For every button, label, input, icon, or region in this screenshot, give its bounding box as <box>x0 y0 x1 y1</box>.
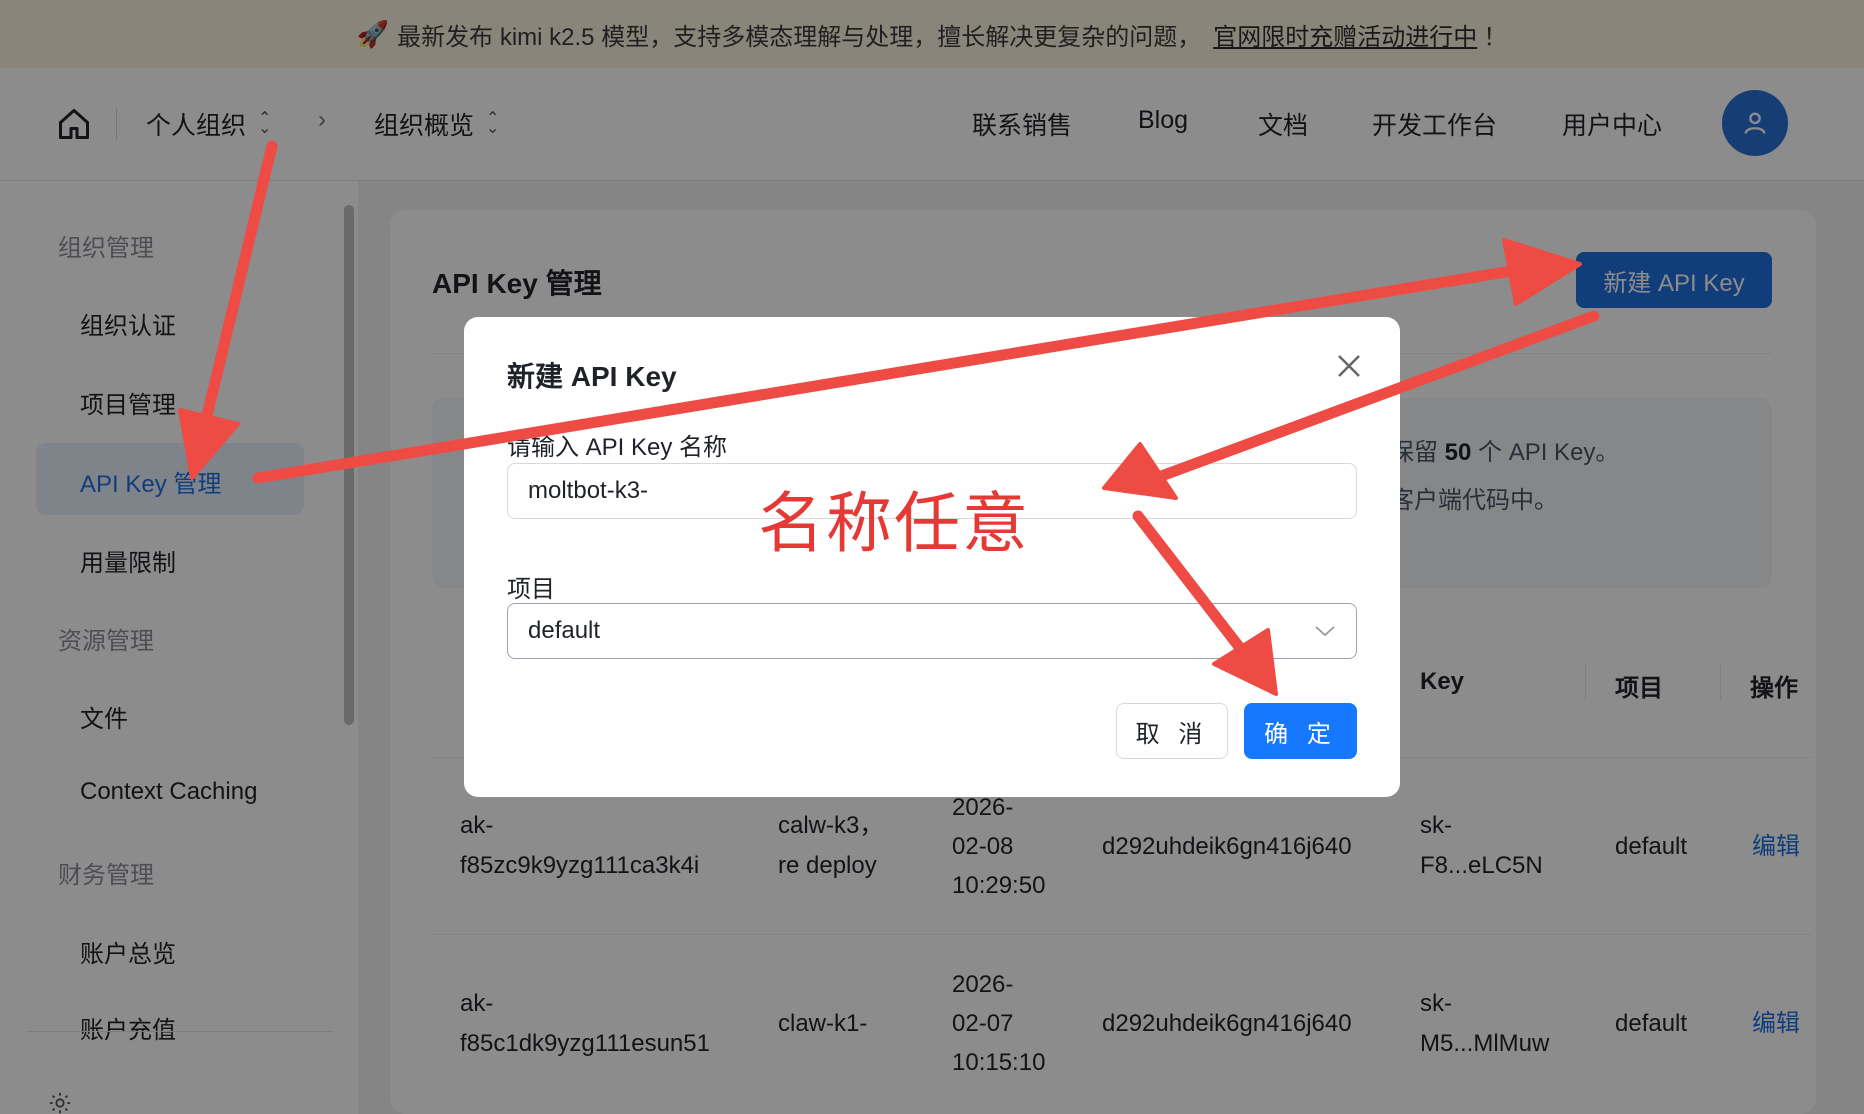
annotation-label: 名称任意 <box>758 486 1030 560</box>
name-field-label: 请输入 API Key 名称 <box>507 434 728 461</box>
project-field-label: 项目 <box>507 576 555 603</box>
confirm-button[interactable]: 确 定 <box>1244 703 1357 759</box>
project-select[interactable]: default <box>507 603 1357 659</box>
close-icon[interactable] <box>1334 351 1364 381</box>
project-select-value: default <box>528 617 601 644</box>
dialog-title: 新建 API Key <box>507 361 677 392</box>
chevron-down-icon <box>1315 626 1335 637</box>
cancel-button[interactable]: 取 消 <box>1116 703 1228 759</box>
